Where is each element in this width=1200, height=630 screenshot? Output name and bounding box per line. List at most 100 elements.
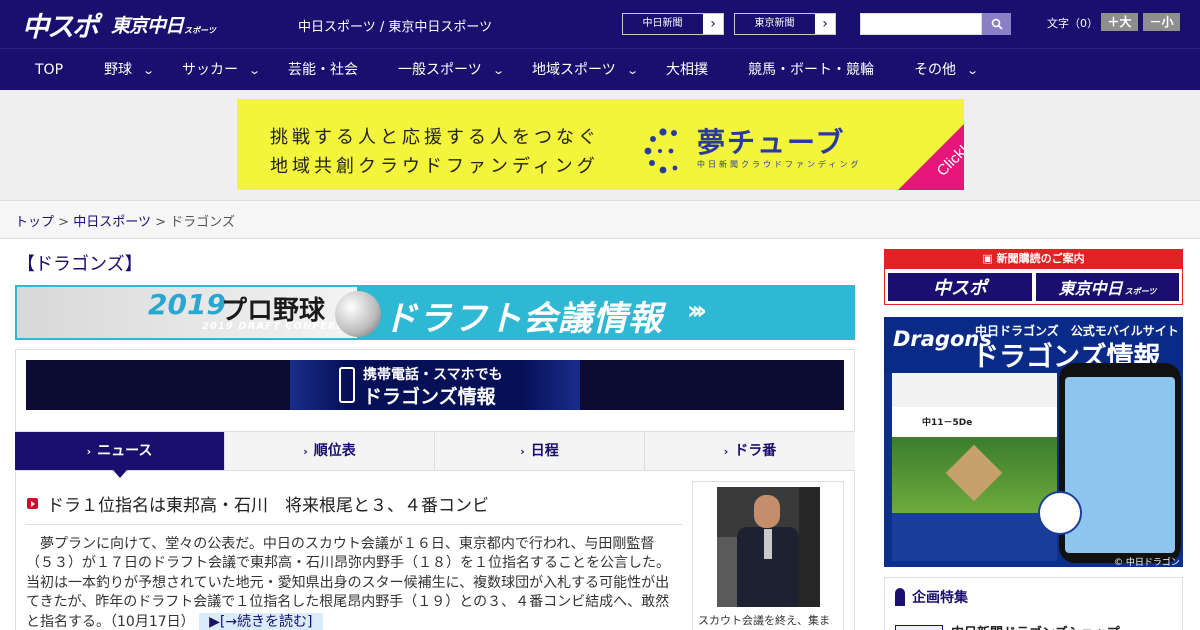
yume-tube-ad-banner[interactable]: 挑戦する人と応援する人をつなぐ 地域共創クラウドファンディング 夢チューブ 中日… — [237, 99, 964, 190]
features-item-thumb — [895, 624, 943, 630]
nav-label: その他 — [914, 62, 956, 78]
nav-item-local-sports[interactable]: 地域スポーツ ⌄ — [532, 49, 639, 91]
mobile-site-banner[interactable]: 携帯電話・スマホでも ドラゴンズ情報 — [26, 360, 844, 410]
tokyo-chunichi-subscribe-button[interactable]: 東京中日 スポーツ — [1036, 273, 1179, 301]
search-box — [860, 13, 1011, 35]
tab-label: 順位表 — [313, 443, 356, 459]
photo-person-head — [754, 495, 780, 528]
chevron-down-icon: ⌄ — [966, 64, 980, 77]
tab-label: ニュース — [97, 443, 153, 459]
nav-item-top[interactable]: TOP — [35, 49, 63, 91]
baseball-icon — [335, 291, 381, 337]
features-item[interactable]: 中日新聞ドラゴンズショップ — [895, 622, 1120, 630]
features-item-label: 中日新聞ドラゴンズショップ — [951, 622, 1120, 630]
tab-schedule[interactable]: › 日程 — [435, 432, 645, 471]
features-title: 企画特集 — [895, 587, 968, 607]
article-date: （10月17日） — [110, 613, 195, 630]
newspaper-icon: ▣ — [982, 252, 997, 265]
nav-item-sumo[interactable]: 大相撲 — [666, 49, 708, 91]
headline-text[interactable]: ドラ１位指名は東邦高・石川 将来根尾と３、４番コンビ — [47, 491, 489, 516]
breadcrumb-parent[interactable]: 中日スポーツ — [73, 215, 151, 230]
tab-news[interactable]: › ニュース — [15, 432, 225, 471]
ribbon-icon — [895, 588, 905, 606]
logo-sub-small: スポーツ — [184, 25, 216, 35]
chevron-right-icon: › — [815, 16, 835, 32]
nav-label: サッカー — [182, 62, 238, 78]
font-smaller-button[interactable]: －小 — [1143, 13, 1180, 31]
site-links-text[interactable]: 中日スポーツ / 東京中日スポーツ — [298, 20, 492, 35]
photo-background — [799, 487, 820, 607]
top-header: 中スポ 東京中日 スポーツ 中日スポーツ / 東京中日スポーツ 中日新聞 › 東… — [0, 0, 1200, 48]
dragons-ad-copyright: © 中日ドラゴンズ — [1114, 558, 1180, 567]
nav-label: 一般スポーツ — [398, 62, 482, 78]
chevron-down-icon: ⌄ — [625, 64, 639, 77]
tab-label: ドラ番 — [734, 443, 777, 459]
ad-line-1: 挑戦する人と応援する人をつなぐ — [270, 127, 600, 148]
breadcrumb-home[interactable]: トップ — [15, 215, 54, 230]
nav-item-others[interactable]: その他 ⌄ — [914, 49, 980, 91]
article-headline[interactable]: ドラ１位指名は東邦高・石川 将来根尾と３、４番コンビ — [27, 491, 489, 516]
nav-label: 大相撲 — [666, 62, 708, 78]
nav-item-soccer[interactable]: サッカー ⌄ — [182, 49, 262, 91]
double-chevron-right-icon: ››› — [687, 296, 707, 326]
font-larger-button[interactable]: ＋大 — [1101, 13, 1138, 31]
tokyo-chunichi-label: 東京中日 — [1058, 279, 1123, 298]
ad-brand-sub: 中日新聞クラウドファンディング — [697, 160, 862, 169]
ad-line-2: 地域共創クラウドファンディング — [270, 156, 599, 177]
site-logo[interactable]: 中スポ 東京中日 スポーツ — [22, 6, 216, 43]
subscription-header: ▣ 新聞購読のご案内 — [884, 249, 1183, 269]
features-box: 企画特集 中日新聞ドラゴンズショップ — [884, 577, 1183, 630]
logo-main: 中スポ — [22, 11, 99, 43]
dots-logo-icon — [644, 128, 678, 174]
chevron-right-icon: › — [703, 16, 723, 32]
article-photo[interactable] — [717, 487, 820, 607]
logo-sub: 東京中日 — [111, 14, 184, 37]
breadcrumb-separator: > — [58, 215, 70, 230]
mobile-banner-line-2: ドラゴンズ情報 — [363, 386, 496, 408]
phone-icon — [339, 367, 355, 403]
ad-stats — [892, 513, 1057, 561]
breadcrumb-separator: > — [155, 215, 166, 230]
features-title-text: 企画特集 — [912, 590, 968, 606]
dragons-mascot — [1038, 491, 1082, 535]
nav-item-general-sports[interactable]: 一般スポーツ ⌄ — [398, 49, 505, 91]
chevron-right-icon: › — [86, 445, 92, 458]
mobile-banner-line-1: 携帯電話・スマホでも — [363, 367, 503, 383]
site-links[interactable]: 中日スポーツ / 東京中日スポーツ — [298, 16, 492, 35]
read-more-link[interactable]: ▶[→続きを読む] — [199, 612, 323, 630]
nav-item-entertainment[interactable]: 芸能・社会 — [288, 49, 358, 91]
nav-item-racing[interactable]: 競馬・ボート・競輪 — [748, 49, 874, 91]
nav-label: 芸能・社会 — [288, 62, 358, 78]
active-tab-pointer — [113, 470, 127, 478]
nav-item-baseball[interactable]: 野球 ⌄ — [104, 49, 156, 91]
search-input[interactable] — [860, 13, 982, 35]
tokyo-shimbun-button[interactable]: 東京新聞 › — [734, 13, 836, 35]
breadcrumb-current: ドラゴンズ — [170, 215, 235, 230]
chunichi-shimbun-label: 中日新聞 — [623, 14, 703, 34]
tokyo-chunichi-small: スポーツ — [1124, 286, 1157, 296]
search-button[interactable] — [982, 13, 1011, 35]
nav-label: 地域スポーツ — [532, 62, 616, 78]
nav-label: 野球 — [104, 62, 132, 78]
draft-main-label: ドラフト会議情報 — [383, 299, 663, 339]
news-tabs: › ニュース › 順位表 › 日程 › ドラ番 — [15, 431, 855, 471]
chunichi-shimbun-button[interactable]: 中日新聞 › — [622, 13, 724, 35]
draft-conference-banner[interactable]: 2019 プロ野球 2019 DRAFT CONFERENCE ドラフト会議情報… — [15, 285, 855, 340]
photo-caption: スカウト会議を終え、集ま — [698, 614, 830, 627]
font-size-label: 文字（0） — [1047, 17, 1098, 30]
chevron-down-icon: ⌄ — [248, 64, 262, 77]
click-corner: Click! — [898, 124, 964, 190]
tab-doraban[interactable]: › ドラ番 — [645, 432, 855, 471]
breadcrumb: トップ > 中日スポーツ > ドラゴンズ — [15, 211, 235, 230]
chevron-right-icon: › — [303, 445, 308, 458]
tokyo-shimbun-label: 東京新聞 — [735, 14, 815, 34]
section-title: 【ドラゴンズ】 — [17, 254, 143, 275]
chuspo-subscribe-button[interactable]: 中スポ — [888, 273, 1032, 301]
photo-person-shirt — [764, 529, 772, 559]
tab-standings[interactable]: › 順位表 — [225, 432, 435, 471]
headline-divider — [26, 524, 682, 525]
main-nav: TOP 野球 ⌄ サッカー ⌄ 芸能・社会 一般スポーツ ⌄ 地域スポーツ ⌄ 大相撲 … — [0, 48, 1200, 90]
dragons-mobile-ad[interactable]: Dragons 中日ドラゴンズ 公式モバイルサイト ドラゴンズ情報 中11－5D… — [884, 317, 1183, 567]
chevron-down-icon: ⌄ — [142, 64, 156, 77]
nav-label: 競馬・ボート・競輪 — [748, 62, 874, 78]
